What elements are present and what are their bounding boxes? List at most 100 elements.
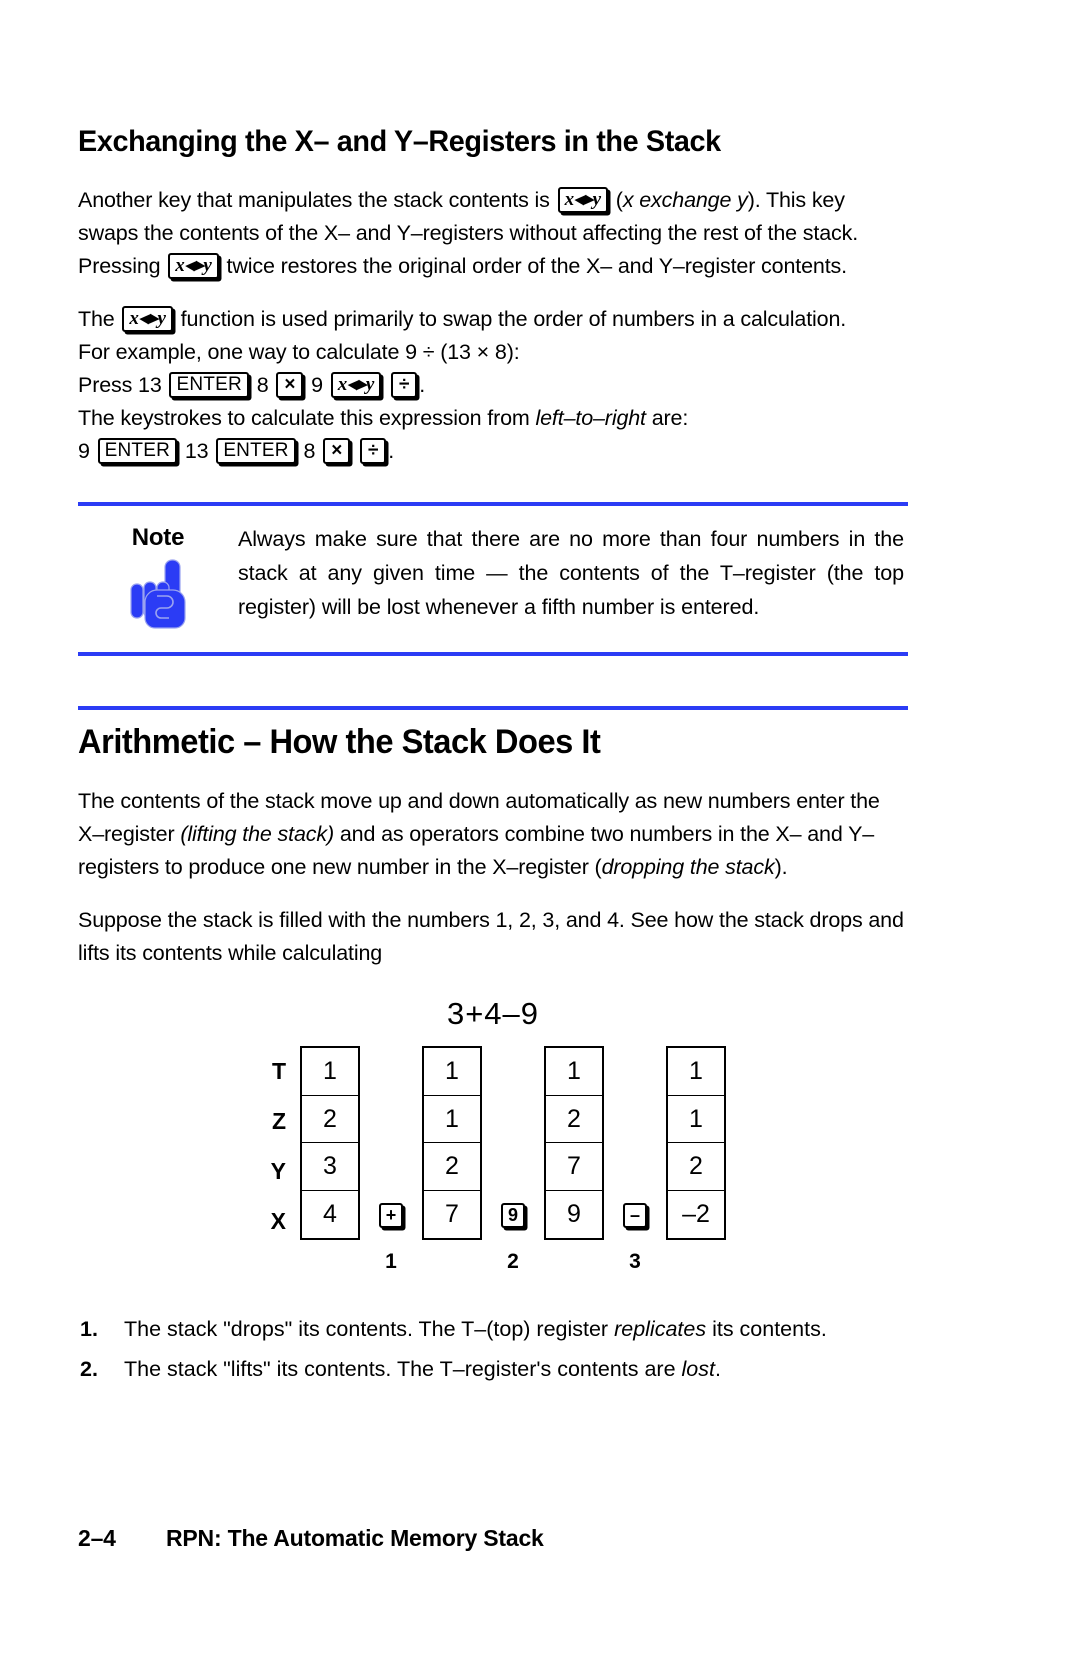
para2-text-b: function is used primarily to swap the o…: [174, 307, 847, 331]
stack-diagram-wrap: T Z Y X 1 2 3 4 + 1 1 1 2 7 9 2 1 2 7 9 …: [260, 1046, 726, 1273]
cell-c2-y: 2: [424, 1143, 480, 1191]
note-rule-bottom: [78, 652, 908, 656]
footnote-text-1: The stack "drops" its contents. The T–(t…: [124, 1312, 827, 1346]
cell-c3-t: 1: [546, 1048, 602, 1096]
key-enter[interactable]: ENTER: [169, 372, 249, 399]
cell-c1-t: 1: [302, 1048, 358, 1096]
stack-diagram: T Z Y X 1 2 3 4 + 1 1 1 2 7 9 2 1 2 7 9 …: [78, 1046, 908, 1273]
register-label-x: X: [270, 1208, 286, 1235]
para2-mid1: 8: [250, 373, 275, 397]
para2-period2: .: [388, 439, 395, 463]
cell-c1-x: 4: [323, 1199, 337, 1228]
cell-c4-z: 1: [668, 1096, 724, 1144]
key-x-exchange-y-4[interactable]: x◂▸y: [330, 372, 382, 399]
register-labels: T Z Y X: [260, 1046, 286, 1246]
para2-line4: The keystrokes to calculate this express…: [78, 402, 908, 435]
para2-text-a: The: [78, 307, 121, 331]
para2-line5-mid3: [352, 439, 358, 463]
register-label-y: Y: [270, 1158, 286, 1185]
note-label: Note: [131, 524, 185, 551]
stack-row: T Z Y X 1 2 3 4 + 1 1 1 2 7 9 2 1 2 7 9 …: [260, 1046, 726, 1273]
cell-c2-z: 1: [424, 1096, 480, 1144]
para2-mid3: [383, 373, 389, 397]
equation-display: 3+4–9: [446, 996, 540, 1032]
page-content: Exchanging the X– and Y–Registers in the…: [78, 125, 908, 1392]
stack-column-2: 1 1 2 7: [422, 1046, 482, 1241]
para2-line4-pre: The keystrokes to calculate this express…: [78, 406, 536, 430]
main-heading: Arithmetic – How the Stack Does It: [78, 723, 601, 761]
para1-text-d: twice restores the original order of the…: [220, 254, 848, 278]
register-label-t: T: [271, 1058, 286, 1085]
stack-column-1: 1 2 3 4: [300, 1046, 360, 1241]
key-x-exchange-y-3[interactable]: x◂▸y: [122, 306, 173, 333]
cell-c4-t: 1: [668, 1048, 724, 1096]
key-plus[interactable]: +: [378, 1203, 404, 1229]
para2-line5-mid1: 13: [179, 439, 215, 463]
para1-text-b: (: [609, 188, 623, 212]
register-label-z: Z: [271, 1108, 286, 1135]
footnote-number-1: 1.: [80, 1317, 98, 1342]
operator-slot-3: – 3: [604, 1046, 666, 1273]
cell-c4-y: 2: [668, 1143, 724, 1191]
para2-mid2: 9: [305, 373, 329, 397]
footnote-2-pre: The stack "lifts" its contents. The T–re…: [124, 1357, 682, 1382]
key-x-exchange-y-2[interactable]: x◂▸y: [168, 253, 219, 280]
arith-p1-italic-lifting: (lifting the stack): [180, 822, 334, 847]
section-heading: Exchanging the X– and Y–Registers in the…: [78, 125, 721, 158]
key-x-exchange-y[interactable]: x◂▸y: [557, 187, 608, 214]
paragraph-xy-key: Another key that manipulates the stack c…: [78, 184, 908, 283]
footnote-1-pre: The stack "drops" its contents. The T–(t…: [124, 1317, 615, 1342]
arith-p1-italic-dropping: dropping the stack: [601, 855, 775, 880]
footnote-list: 1. The stack "drops" its contents. The T…: [78, 1312, 908, 1386]
footnote-text-2: The stack "lifts" its contents. The T–re…: [124, 1352, 721, 1386]
footnote-item-1: 1. The stack "drops" its contents. The T…: [78, 1312, 908, 1346]
footer-title: RPN: The Automatic Memory Stack: [166, 1525, 544, 1551]
note-text: Always make sure that there are no more …: [238, 527, 904, 619]
cell-c2-x: 7: [445, 1199, 459, 1228]
cell-c1-y: 3: [302, 1143, 358, 1191]
footnote-1-post: its contents.: [706, 1317, 827, 1342]
pointing-hand-icon: [78, 558, 238, 630]
step-number-2: 2: [507, 1250, 519, 1274]
section-rule-arithmetic: [78, 706, 908, 710]
footnote-number-2: 2.: [80, 1357, 98, 1382]
footnote-1-italic: replicates: [614, 1317, 707, 1342]
key-minus[interactable]: –: [622, 1203, 647, 1229]
cell-c3-y: 7: [546, 1143, 602, 1191]
operator-slot-2: 9 2: [482, 1046, 544, 1273]
arith-p1-c: ).: [774, 855, 788, 880]
note-left-column: Note: [78, 522, 238, 630]
footer-page-number: 2–4: [78, 1525, 116, 1551]
para2-line2: For example, one way to calculate 9 ÷ (1…: [78, 340, 520, 364]
footnote-2-post: .: [714, 1357, 721, 1382]
step-number-3: 3: [629, 1250, 641, 1274]
key-nine[interactable]: 9: [500, 1203, 525, 1229]
cell-c4-x: –2: [682, 1199, 710, 1228]
step-number-1: 1: [385, 1250, 397, 1274]
para2-line3-keystrokes: Press 13 ENTER 8 × 9 x◂▸y ÷.: [78, 369, 908, 402]
cell-c3-x: 9: [567, 1199, 581, 1228]
para2-line5-pre: 9: [78, 439, 96, 463]
operator-slot-1: + 1: [360, 1046, 422, 1273]
note-inner: Note Always make sure that there are no …: [78, 506, 908, 652]
key-divide-2[interactable]: ÷: [359, 438, 387, 465]
key-multiply[interactable]: ×: [276, 372, 304, 399]
document-page: Exchanging the X– and Y–Registers in the…: [0, 0, 1080, 1672]
note-block: Note Always make sure that there are no …: [78, 502, 908, 656]
key-divide[interactable]: ÷: [391, 372, 418, 399]
para1-italic-x-exchange-y: x exchange y: [622, 188, 748, 212]
cell-c3-z: 2: [546, 1096, 602, 1144]
para2-line5-mid2: 8: [297, 439, 322, 463]
cell-c2-t: 1: [424, 1048, 480, 1096]
paragraph-example-block: The x◂▸y function is used primarily to s…: [78, 303, 908, 468]
press-label: Press 13: [78, 373, 168, 397]
key-multiply-2[interactable]: ×: [323, 438, 351, 465]
arith-paragraph-1: The contents of the stack move up and do…: [78, 785, 908, 884]
para2-period1: .: [419, 373, 426, 397]
para2-line4-post: are:: [645, 406, 689, 430]
key-enter-3[interactable]: ENTER: [216, 438, 296, 465]
para2-line1: The x◂▸y function is used primarily to s…: [78, 303, 908, 336]
stack-column-4: 1 1 2 –2: [666, 1046, 726, 1241]
key-enter-2[interactable]: ENTER: [97, 438, 178, 465]
para1-text-a: Another key that manipulates the stack c…: [78, 188, 556, 212]
